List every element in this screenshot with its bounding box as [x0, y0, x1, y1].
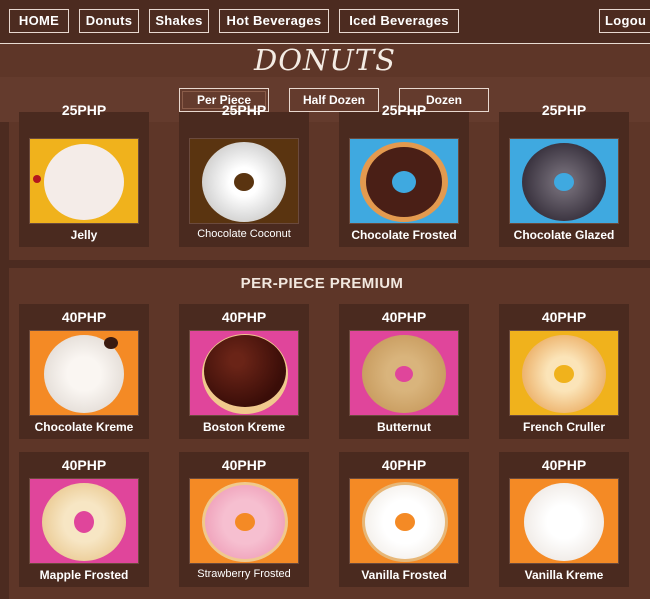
product-card-chocolate-coconut[interactable]: 25PHP Chocolate Coconut	[179, 102, 309, 247]
chocolate-glazed-donut-photo	[509, 138, 619, 224]
chocolate-frosted-donut-photo	[349, 138, 459, 224]
product-price: 40PHP	[61, 309, 107, 325]
product-card-chocolate-kreme[interactable]: 40PHP Chocolate Kreme	[19, 304, 149, 439]
product-card-jelly[interactable]: 25PHP Jelly	[19, 102, 149, 247]
section-title: PER-PIECE PREMIUM	[240, 275, 404, 292]
product-name: French Cruller	[522, 420, 606, 434]
chocolate-kreme-donut-photo	[29, 330, 139, 416]
product-card-strawberry-frosted[interactable]: 40PHP Strawberry Frosted	[179, 452, 309, 587]
butternut-donut-photo	[349, 330, 459, 416]
product-name: Jelly	[70, 228, 98, 242]
regular-donuts-section: 25PHP Jelly 25PHP Chocolate Coconut 25PH…	[9, 102, 650, 260]
product-card-french-cruller[interactable]: 40PHP French Cruller	[499, 304, 629, 439]
page-title: DONUTS	[253, 43, 397, 77]
product-name: Mapple Frosted	[39, 568, 129, 582]
product-price: 25PHP	[381, 102, 427, 118]
nav-hot-beverages-button[interactable]: Hot Beverages	[219, 9, 329, 33]
product-name: Chocolate Glazed	[513, 228, 615, 242]
product-card-boston-kreme[interactable]: 40PHP Boston Kreme	[179, 304, 309, 439]
product-name: Vanilla Kreme	[524, 568, 604, 582]
product-card-mapple-frosted[interactable]: 40PHP Mapple Frosted	[19, 452, 149, 587]
nav-donuts-button[interactable]: Donuts	[79, 9, 139, 33]
product-price: 40PHP	[541, 457, 587, 473]
product-card-vanilla-kreme[interactable]: 40PHP Vanilla Kreme	[499, 452, 629, 587]
vanilla-frosted-donut-photo	[349, 478, 459, 564]
product-price: 25PHP	[541, 102, 587, 118]
premium-donuts-section: PER-PIECE PREMIUM 40PHP Chocolate Kreme …	[9, 268, 650, 599]
product-card-chocolate-glazed[interactable]: 25PHP Chocolate Glazed	[499, 102, 629, 247]
nav-home-button[interactable]: HOME	[9, 9, 69, 33]
product-name: Chocolate Frosted	[351, 228, 457, 242]
nav-iced-beverages-button[interactable]: Iced Beverages	[339, 9, 459, 33]
nav-shakes-button[interactable]: Shakes	[149, 9, 209, 33]
vanilla-kreme-donut-photo	[509, 478, 619, 564]
product-price: 40PHP	[381, 309, 427, 325]
title-band: DONUTS	[0, 43, 650, 78]
product-price: 40PHP	[221, 457, 267, 473]
product-price: 40PHP	[381, 457, 427, 473]
product-price: 25PHP	[61, 102, 107, 118]
strawberry-frosted-donut-photo	[189, 478, 299, 564]
product-card-butternut[interactable]: 40PHP Butternut	[339, 304, 469, 439]
jelly-donut-photo	[29, 138, 139, 224]
product-price: 40PHP	[541, 309, 587, 325]
french-cruller-donut-photo	[509, 330, 619, 416]
mapple-frosted-donut-photo	[29, 478, 139, 564]
product-price: 40PHP	[61, 457, 107, 473]
product-name: Strawberry Frosted	[197, 568, 291, 580]
boston-kreme-donut-photo	[189, 330, 299, 416]
nav-logout-button[interactable]: Logou	[599, 9, 650, 33]
product-card-vanilla-frosted[interactable]: 40PHP Vanilla Frosted	[339, 452, 469, 587]
product-price: 25PHP	[221, 102, 267, 118]
product-card-chocolate-frosted[interactable]: 25PHP Chocolate Frosted	[339, 102, 469, 247]
product-name: Chocolate Coconut	[197, 228, 291, 240]
top-navigation: HOME Donuts Shakes Hot Beverages Iced Be…	[0, 0, 650, 44]
chocolate-coconut-donut-photo	[189, 138, 299, 224]
product-name: Vanilla Frosted	[361, 568, 447, 582]
product-price: 40PHP	[221, 309, 267, 325]
product-name: Butternut	[377, 420, 431, 434]
product-name: Boston Kreme	[202, 420, 285, 434]
product-name: Chocolate Kreme	[34, 420, 134, 434]
